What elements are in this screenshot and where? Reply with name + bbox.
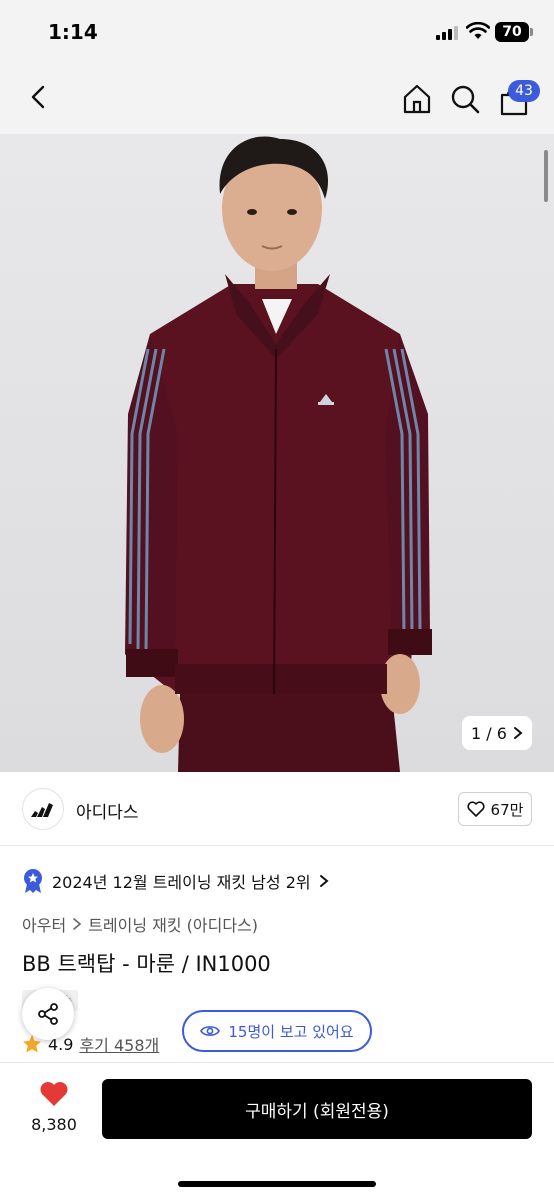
brand-row: 아디다스 67만 [0, 772, 554, 846]
breadcrumb: 아우터 트레이닝 재킷 (아디다스) [22, 912, 258, 936]
viewers-pill: 15명이 보고 있어요 [182, 1010, 372, 1052]
ranking-badge-icon [24, 869, 42, 893]
battery-tip [530, 28, 533, 36]
scrollbar[interactable] [544, 150, 548, 202]
viewers-text: 15명이 보고 있어요 [228, 1022, 354, 1041]
eye-icon [200, 1026, 221, 1036]
brand-name[interactable]: 아디다스 [76, 798, 139, 823]
home-icon[interactable] [400, 82, 434, 116]
breadcrumb-subcategory[interactable]: 트레이닝 재킷 (아디다스) [88, 912, 258, 936]
top-nav: 43 [0, 62, 554, 134]
bottom-action-bar: 8,380 구매하기 (회원전용) [0, 1062, 554, 1200]
brand-like-button[interactable]: 67만 [458, 792, 532, 826]
heart-outline-icon [467, 801, 485, 817]
cart-count-badge: 43 [508, 80, 540, 102]
product-photo-illustration [0, 134, 554, 772]
share-button[interactable] [22, 988, 74, 1040]
brand-logo[interactable] [22, 788, 64, 830]
wifi-icon [466, 22, 490, 39]
product-title: BB 트랙탑 - 마룬 / IN1000 [22, 952, 271, 976]
home-indicator [178, 1181, 376, 1187]
gallery-counter[interactable]: 1 / 6 [462, 716, 532, 750]
heart-filled-icon [40, 1082, 68, 1106]
back-arrow-icon[interactable] [24, 82, 54, 112]
wishlist-count: 8,380 [31, 1115, 77, 1134]
breadcrumb-category[interactable]: 아우터 [22, 912, 66, 936]
product-image[interactable] [0, 134, 554, 772]
brand-like-count: 67만 [490, 800, 524, 819]
battery-icon: 70 [495, 22, 529, 42]
gallery-counter-text: 1 / 6 [471, 723, 507, 743]
chevron-right-icon [319, 875, 329, 887]
chevron-right-icon [73, 918, 82, 930]
ranking-link[interactable]: 2024년 12월 트레이닝 재킷 남성 2위 [22, 868, 329, 894]
status-time: 1:14 [48, 20, 98, 44]
ranking-text: 2024년 12월 트레이닝 재킷 남성 2위 [52, 873, 311, 892]
signal-icon [436, 26, 458, 40]
share-icon [38, 1003, 58, 1025]
adidas-logo-icon [31, 803, 53, 817]
search-icon[interactable] [448, 82, 482, 116]
wishlist-button[interactable]: 8,380 [26, 1081, 82, 1134]
review-count-link[interactable]: 후기 458개 [79, 1032, 159, 1056]
buy-button[interactable]: 구매하기 (회원전용) [102, 1079, 532, 1139]
chevron-right-icon [513, 727, 523, 739]
status-bar: 1:14 70 [0, 0, 554, 62]
